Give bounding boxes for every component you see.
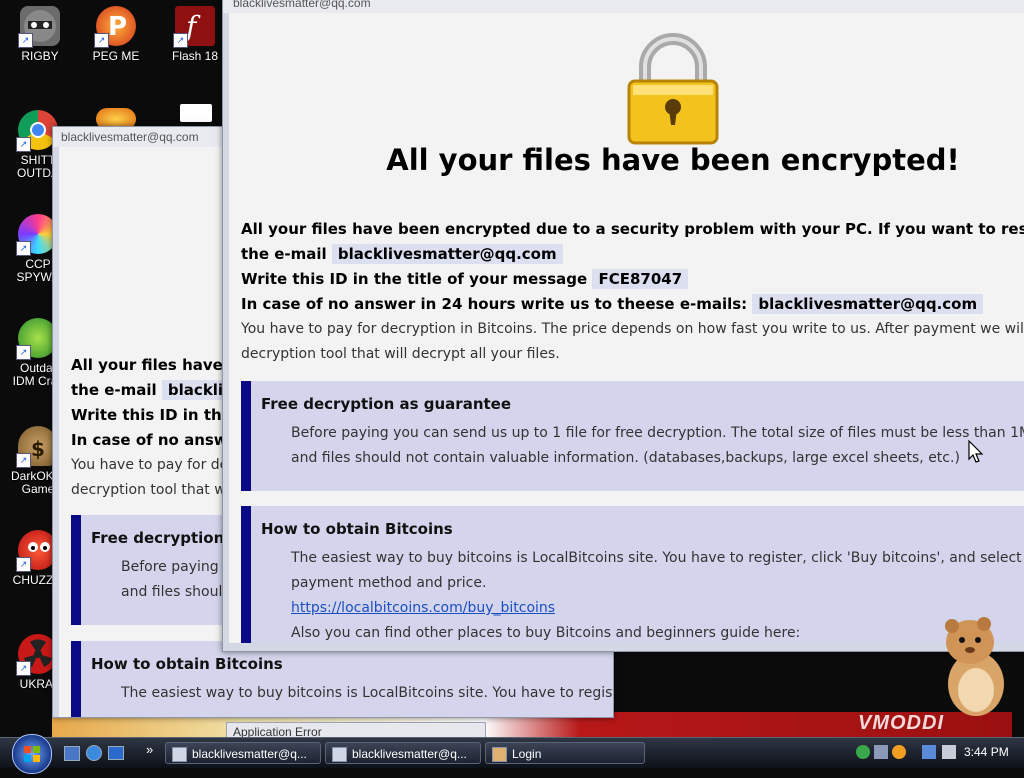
svg-text:P: P (108, 12, 127, 42)
svg-text:$: $ (31, 437, 45, 461)
flash-icon: f ↗ (173, 6, 215, 48)
display-icon[interactable] (922, 745, 936, 759)
start-button[interactable] (12, 734, 52, 774)
taskbar-button-window-1[interactable]: blacklivesmatter@q... (165, 742, 321, 764)
quick-launch-overflow[interactable]: » (146, 742, 153, 757)
localbitcoins-link[interactable]: https://localbitcoins.com/buy_bitcoins (291, 600, 555, 616)
guarantee-text-2: and files should not contain valuable in… (291, 450, 960, 466)
payment-line: You have to pay for decryption in Bitcoi… (241, 321, 1024, 337)
padlock-icon (625, 29, 721, 145)
mouse-cursor-icon (968, 439, 984, 469)
guarantee-title: Free decryption as guarantee (261, 395, 512, 413)
system-tray: 3:44 PM (852, 743, 1020, 763)
email-line: the e-mail blacklivesmatter@qq.com (241, 242, 1024, 267)
main-heading: All your files have been encrypted! (386, 143, 960, 177)
tray-search-icon[interactable] (892, 745, 906, 759)
taskbar: » blacklivesmatter@q... blacklivesmatter… (0, 734, 1024, 774)
wallpaper-text: VMODDI (858, 712, 944, 734)
internet-explorer-icon[interactable] (86, 745, 102, 761)
guarantee-callout: Free decryption as guarantee Before payi… (241, 381, 1024, 491)
show-desktop-icon[interactable] (64, 746, 80, 761)
bitcoins-link-row: https://localbitcoins.com/buy_bitcoins (291, 596, 555, 621)
id-highlight: FCE87047 (592, 269, 689, 289)
ransom-window-front[interactable]: blacklivesmatter@qq.com All your files h… (222, 0, 1024, 652)
volume-icon[interactable] (942, 745, 956, 759)
bitcoins-text-1: The easiest way to buy bitcoins is Local… (121, 685, 613, 701)
clock[interactable]: 3:44 PM (964, 745, 1009, 759)
email-highlight: blacklivesmatter@qq.com (331, 244, 563, 264)
taskbar-button-label: blacklivesmatter@q... (192, 747, 307, 761)
id-line: Write this ID in the title of your messa… (241, 267, 1024, 292)
tray-app-icon[interactable] (874, 745, 888, 759)
window-icon (172, 747, 187, 762)
taskbar-button-label: blacklivesmatter@q... (352, 747, 467, 761)
peggle-icon: P ↗ (94, 6, 136, 48)
guarantee-title: Free decryption a (91, 529, 240, 547)
window-icon (492, 747, 507, 762)
guarantee-text-2: and files should (121, 584, 232, 600)
guarantee-text-1: Before paying you can send us up to 1 fi… (291, 425, 1024, 441)
taskbar-button-login[interactable]: Login (485, 742, 645, 764)
document-icon (180, 104, 212, 122)
bitcoins-text-3: Also you can find other places to buy Bi… (291, 625, 801, 641)
bitcoins-text-2: payment method and price. (291, 575, 487, 591)
email-highlight: blacklivesmatter@qq.com (752, 294, 984, 314)
guarantee-text-1: Before paying y (121, 559, 232, 575)
payment-line-2: decryption tool that will decrypt all yo… (241, 346, 560, 362)
desktop-icon-peg-me[interactable]: P ↗ PEG ME (78, 6, 154, 63)
bitcoins-title: How to obtain Bitcoins (261, 520, 453, 538)
bitcoins-callout: How to obtain Bitcoins The easiest way t… (71, 641, 613, 717)
window-title[interactable]: blacklivesmatter@qq.com (223, 0, 1024, 13)
encrypted-line: All your files have been encrypted due t… (241, 220, 1024, 238)
desktop-icon-rigby[interactable]: ↗ RIGBY (2, 6, 78, 63)
ransom-note-front: All your files have been encrypted! All … (229, 13, 1024, 643)
bitcoins-text-1: The easiest way to buy bitcoins is Local… (291, 550, 1024, 566)
no-answer-line: In case of no answer in 24 hours write u… (241, 292, 1024, 317)
desktop-icon-label: PEG ME (92, 49, 140, 63)
taskbar-button-label: Login (512, 747, 542, 761)
raccoon-icon: ↗ (18, 6, 60, 48)
bitcoins-callout: How to obtain Bitcoins The easiest way t… (241, 506, 1024, 643)
bitcoins-title: How to obtain Bitcoins (91, 655, 283, 673)
taskbar-button-window-2[interactable]: blacklivesmatter@q... (325, 742, 481, 764)
windows-logo-icon (24, 746, 40, 762)
switch-windows-icon[interactable] (108, 746, 124, 760)
desktop-icon-label: RIGBY (21, 49, 59, 63)
hamster-image (938, 614, 1010, 718)
network-icon[interactable] (856, 745, 870, 759)
window-icon (332, 747, 347, 762)
